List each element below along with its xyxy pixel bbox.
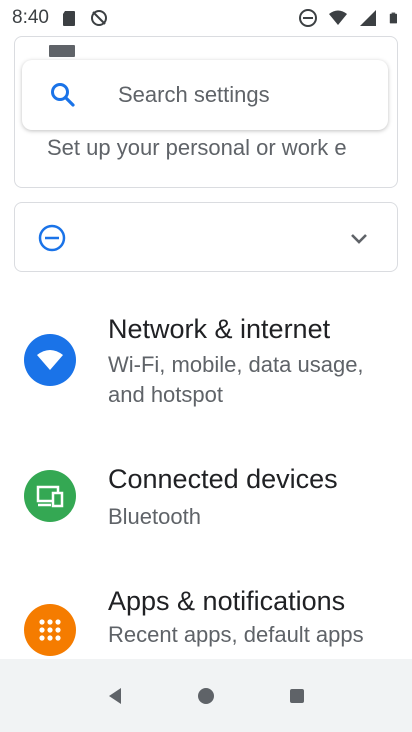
search-bar[interactable]: Search settings bbox=[22, 60, 388, 130]
clock: 8:40 bbox=[12, 7, 49, 28]
search-placeholder: Search settings bbox=[118, 82, 270, 107]
do-not-disturb-icon bbox=[299, 9, 317, 27]
signal-icon bbox=[360, 10, 376, 26]
item-title: Network & internet bbox=[108, 314, 331, 344]
status-bar: 8:40 bbox=[0, 0, 412, 36]
back-button[interactable] bbox=[101, 682, 129, 710]
item-subtitle: Wi-Fi, mobile, data usage, and hotspot bbox=[108, 352, 364, 407]
back-icon bbox=[109, 687, 122, 704]
recents-icon bbox=[289, 688, 304, 703]
navigation-bar bbox=[0, 659, 412, 732]
settings-item-connected-devices[interactable]: Connected devices Bluetooth bbox=[0, 460, 412, 600]
settings-content[interactable]: Set up your personal or work e Search se… bbox=[0, 36, 412, 659]
battery-icon bbox=[389, 12, 397, 24]
home-icon bbox=[197, 687, 214, 704]
condition-card[interactable] bbox=[14, 202, 398, 272]
settings-item-apps[interactable]: Apps & notifications Recent apps, defaul… bbox=[0, 582, 412, 659]
item-subtitle: Bluetooth bbox=[108, 504, 201, 529]
do-not-disturb-icon bbox=[38, 224, 66, 252]
recents-button[interactable] bbox=[283, 682, 311, 710]
mail-icon bbox=[49, 45, 75, 57]
wifi-icon bbox=[329, 10, 347, 25]
settings-item-network[interactable]: Network & internet Wi-Fi, mobile, data u… bbox=[0, 298, 412, 438]
suggestion-text: Set up your personal or work e bbox=[47, 135, 347, 160]
item-title: Apps & notifications bbox=[108, 586, 346, 616]
search-icon bbox=[51, 83, 75, 107]
devices-icon bbox=[24, 470, 76, 522]
sd-card-icon bbox=[62, 11, 75, 26]
chevron-down-icon[interactable] bbox=[347, 227, 371, 251]
sync-disabled-icon bbox=[90, 10, 107, 26]
item-title: Connected devices bbox=[108, 464, 338, 494]
home-button[interactable] bbox=[192, 682, 220, 710]
wifi-icon bbox=[24, 334, 76, 386]
item-subtitle: Recent apps, default apps bbox=[108, 622, 364, 647]
apps-icon bbox=[24, 604, 76, 656]
